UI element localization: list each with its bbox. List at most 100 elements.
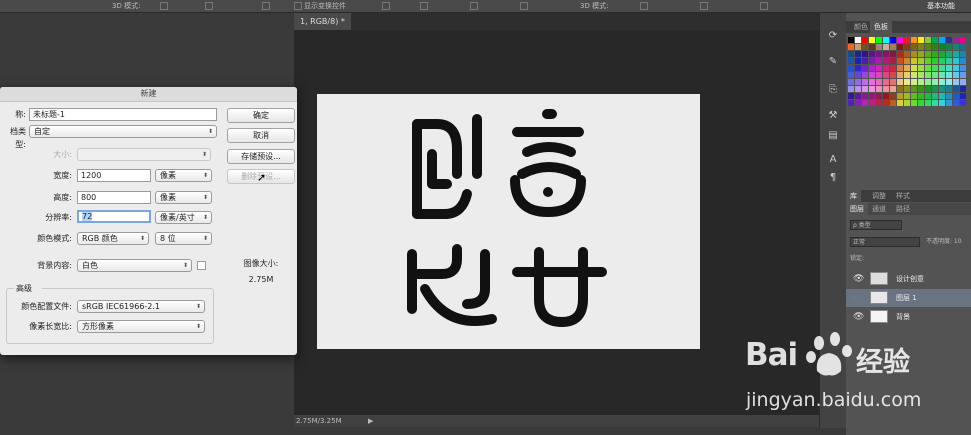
color-swatch[interactable] bbox=[904, 37, 910, 43]
color-swatch[interactable] bbox=[939, 58, 945, 64]
resolution-input[interactable]: 72 bbox=[77, 210, 151, 223]
bit-depth-select[interactable]: 8 位 ⬍ bbox=[155, 232, 212, 245]
actions-icon[interactable]: ▤ bbox=[826, 129, 840, 143]
layer-row-selected[interactable]: · 图层 1 bbox=[846, 289, 971, 307]
color-swatch[interactable] bbox=[869, 72, 875, 78]
color-swatch[interactable] bbox=[869, 86, 875, 92]
color-swatch[interactable] bbox=[904, 100, 910, 106]
color-swatch[interactable] bbox=[946, 86, 952, 92]
color-swatch[interactable] bbox=[904, 65, 910, 71]
color-swatch[interactable] bbox=[883, 72, 889, 78]
color-swatch[interactable] bbox=[946, 37, 952, 43]
color-swatch[interactable] bbox=[911, 37, 917, 43]
tool-preset-icon[interactable]: ⚒ bbox=[826, 109, 840, 123]
color-swatch[interactable] bbox=[911, 51, 917, 57]
color-swatch[interactable] bbox=[883, 37, 889, 43]
color-swatch[interactable] bbox=[918, 51, 924, 57]
color-swatch[interactable] bbox=[897, 86, 903, 92]
color-swatch[interactable] bbox=[960, 72, 966, 78]
color-swatch[interactable] bbox=[869, 44, 875, 50]
color-swatch[interactable] bbox=[911, 58, 917, 64]
color-swatch[interactable] bbox=[848, 100, 854, 106]
eye-icon[interactable]: 👁 bbox=[853, 274, 864, 284]
color-swatch[interactable] bbox=[897, 93, 903, 99]
background-select[interactable]: 白色 ⬍ bbox=[77, 259, 192, 272]
color-swatch[interactable] bbox=[862, 37, 868, 43]
color-swatch[interactable] bbox=[855, 79, 861, 85]
opacity-label[interactable]: 不透明度: 10 bbox=[926, 237, 962, 247]
color-swatch[interactable] bbox=[855, 72, 861, 78]
color-swatch[interactable] bbox=[918, 86, 924, 92]
color-swatch[interactable] bbox=[848, 58, 854, 64]
color-swatch[interactable] bbox=[876, 65, 882, 71]
ok-button[interactable]: 确定 bbox=[227, 108, 295, 123]
color-swatch[interactable] bbox=[918, 37, 924, 43]
color-swatch[interactable] bbox=[960, 100, 966, 106]
color-swatch[interactable] bbox=[911, 79, 917, 85]
color-swatch[interactable] bbox=[869, 58, 875, 64]
color-swatch[interactable] bbox=[897, 51, 903, 57]
color-swatch[interactable] bbox=[890, 37, 896, 43]
color-swatch[interactable] bbox=[876, 44, 882, 50]
workspace-label[interactable]: 基本功能 bbox=[927, 0, 955, 12]
tab-paths[interactable]: 路径 bbox=[892, 203, 914, 215]
color-swatch[interactable] bbox=[911, 100, 917, 106]
color-swatch[interactable] bbox=[918, 72, 924, 78]
color-swatch[interactable] bbox=[960, 86, 966, 92]
show-transform-label[interactable]: 显示变换控件 bbox=[304, 0, 346, 12]
color-swatch[interactable] bbox=[932, 65, 938, 71]
color-swatch[interactable] bbox=[925, 58, 931, 64]
color-swatch[interactable] bbox=[946, 44, 952, 50]
color-swatch[interactable] bbox=[918, 44, 924, 50]
color-swatch[interactable] bbox=[883, 58, 889, 64]
color-swatch[interactable] bbox=[953, 65, 959, 71]
color-swatch[interactable] bbox=[953, 100, 959, 106]
color-swatch[interactable] bbox=[876, 79, 882, 85]
paragraph-icon[interactable]: ¶ bbox=[826, 171, 840, 185]
tab-styles[interactable]: 样式 bbox=[892, 190, 914, 202]
color-swatch[interactable] bbox=[904, 44, 910, 50]
3d-icon[interactable] bbox=[640, 2, 648, 10]
blend-mode-select[interactable]: 正常 bbox=[850, 237, 920, 247]
color-swatch[interactable] bbox=[918, 58, 924, 64]
color-swatch[interactable] bbox=[946, 79, 952, 85]
color-swatch[interactable] bbox=[890, 44, 896, 50]
color-swatch[interactable] bbox=[918, 93, 924, 99]
color-swatch[interactable] bbox=[862, 72, 868, 78]
height-unit-select[interactable]: 像素 ⬍ bbox=[155, 191, 212, 204]
color-swatch[interactable] bbox=[876, 37, 882, 43]
color-swatch[interactable] bbox=[890, 58, 896, 64]
color-swatch[interactable] bbox=[869, 100, 875, 106]
color-swatch[interactable] bbox=[925, 79, 931, 85]
tab-color[interactable]: 颜色 bbox=[850, 21, 872, 33]
color-swatch[interactable] bbox=[911, 72, 917, 78]
swatch-grid[interactable] bbox=[848, 37, 971, 111]
color-swatch[interactable] bbox=[925, 93, 931, 99]
color-swatch[interactable] bbox=[932, 93, 938, 99]
color-swatch[interactable] bbox=[883, 65, 889, 71]
cancel-button[interactable]: 取消 bbox=[227, 128, 295, 143]
color-swatch[interactable] bbox=[883, 86, 889, 92]
color-swatch[interactable] bbox=[883, 44, 889, 50]
color-swatch[interactable] bbox=[939, 86, 945, 92]
color-swatch[interactable] bbox=[925, 51, 931, 57]
tab-libraries[interactable]: 库 bbox=[846, 190, 861, 202]
color-swatch[interactable] bbox=[932, 72, 938, 78]
color-swatch[interactable] bbox=[862, 51, 868, 57]
color-mode-select[interactable]: RGB 颜色 ⬍ bbox=[77, 232, 149, 245]
preset-select[interactable]: 自定 ⬍ bbox=[29, 125, 217, 138]
color-swatch[interactable] bbox=[925, 100, 931, 106]
color-swatch[interactable] bbox=[946, 58, 952, 64]
size-select[interactable]: ⬍ bbox=[77, 148, 211, 161]
color-swatch[interactable] bbox=[932, 58, 938, 64]
document-tab[interactable]: 1, RGB/8) * bbox=[294, 13, 351, 30]
color-swatch[interactable] bbox=[932, 51, 938, 57]
color-swatch[interactable] bbox=[862, 86, 868, 92]
brush-icon[interactable]: ✎ bbox=[826, 55, 840, 69]
color-swatch[interactable] bbox=[848, 44, 854, 50]
color-swatch[interactable] bbox=[946, 72, 952, 78]
character-icon[interactable]: A bbox=[826, 153, 840, 167]
color-swatch[interactable] bbox=[869, 79, 875, 85]
color-swatch[interactable] bbox=[925, 65, 931, 71]
color-swatch[interactable] bbox=[897, 65, 903, 71]
